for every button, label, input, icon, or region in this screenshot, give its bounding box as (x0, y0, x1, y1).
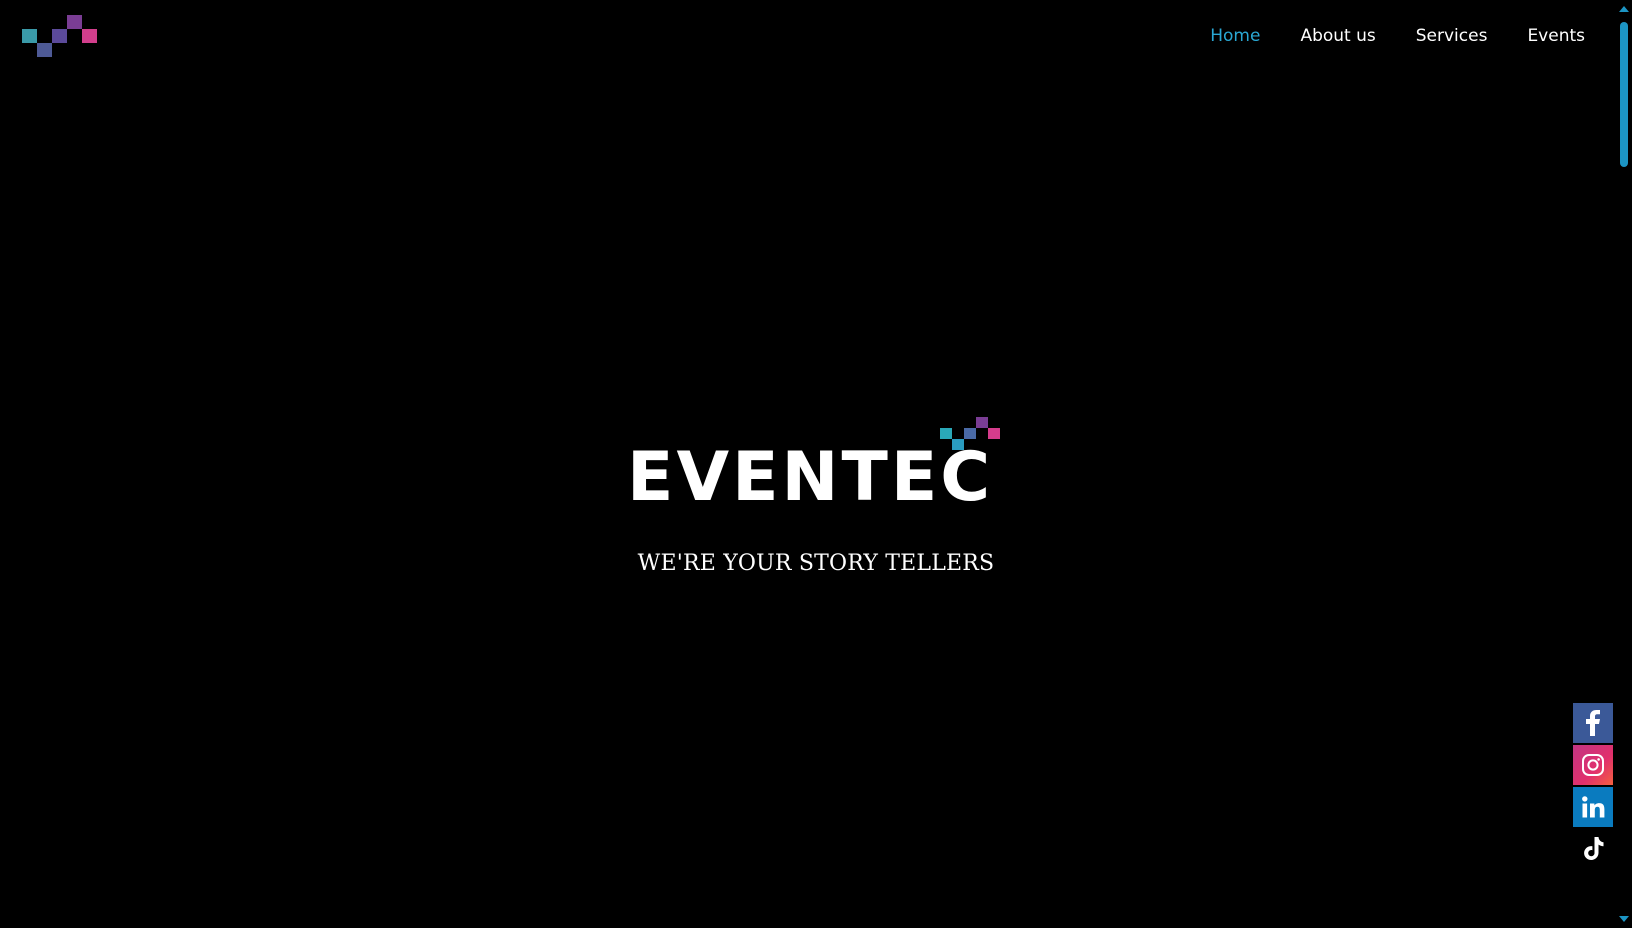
instagram-icon (1582, 754, 1604, 776)
brand-wordmark: EVENTEC (627, 438, 994, 517)
logo-square (37, 43, 52, 57)
page-scrollbar[interactable] (1616, 0, 1632, 928)
nav-services[interactable]: Services (1416, 24, 1488, 48)
social-links (1573, 703, 1613, 869)
nav-events[interactable]: Events (1527, 24, 1585, 48)
instagram-link[interactable] (1573, 745, 1613, 785)
logo-square (22, 29, 37, 43)
linkedin-icon (1582, 796, 1605, 818)
tiktok-link[interactable] (1573, 829, 1613, 869)
scroll-down-arrow-icon[interactable] (1619, 916, 1629, 922)
logo-square (67, 15, 82, 29)
linkedin-link[interactable] (1573, 787, 1613, 827)
facebook-icon (1586, 710, 1600, 736)
logo-square (82, 29, 97, 43)
hero-brand-logo: EVENTEC (627, 417, 1005, 517)
nav-about-us[interactable]: About us (1300, 24, 1375, 48)
page: Home About us Services Events EVENTEC WE… (0, 0, 1632, 928)
scrollbar-thumb[interactable] (1620, 22, 1628, 167)
logo-square (52, 29, 67, 43)
facebook-link[interactable] (1573, 703, 1613, 743)
nav-home[interactable]: Home (1210, 24, 1260, 48)
main-nav: Home About us Services Events (1210, 24, 1585, 48)
scroll-up-arrow-icon[interactable] (1619, 6, 1629, 12)
site-logo[interactable] (22, 15, 98, 57)
tiktok-icon (1584, 837, 1604, 860)
hero-tagline: WE'RE YOUR STORY TELLERS (637, 551, 995, 576)
